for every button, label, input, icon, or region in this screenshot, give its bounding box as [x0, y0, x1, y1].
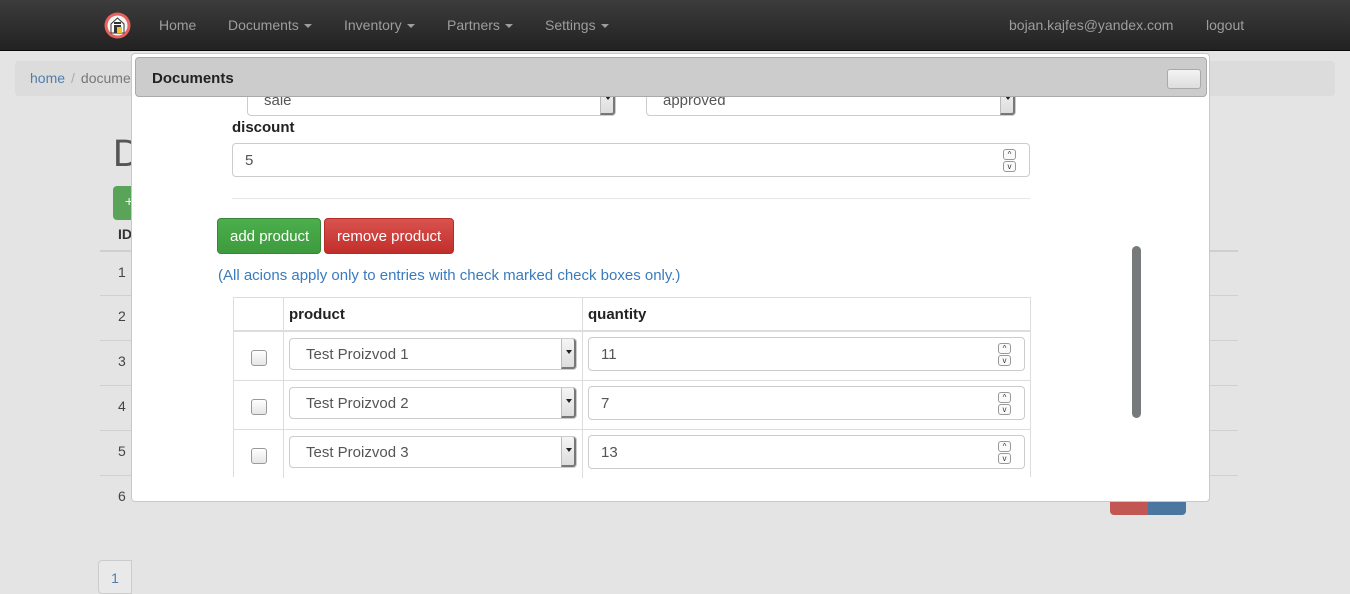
- row-id: 4: [118, 398, 126, 414]
- discount-spinner[interactable]: ^ v: [1003, 149, 1017, 173]
- product-select[interactable]: Test Proizvod 2: [289, 387, 577, 419]
- nav-inventory-dropdown[interactable]: Inventory: [344, 17, 415, 33]
- nav-documents-label: Documents: [228, 17, 299, 33]
- products-table: product quantity Test Proizvod 1 11 ^ v: [233, 297, 1031, 478]
- documents-modal: Documents sale approved discount 5 ^ v a…: [131, 53, 1210, 502]
- nav-partners-label: Partners: [447, 17, 500, 33]
- spin-down-icon[interactable]: v: [998, 355, 1011, 366]
- quantity-spinner[interactable]: ^ v: [998, 392, 1012, 416]
- user-email-link[interactable]: bojan.kajfes@yandex.com: [1009, 17, 1173, 33]
- product-column-header: product: [289, 306, 345, 323]
- quantity-value: 11: [601, 346, 617, 363]
- caret-down-icon: [406, 24, 415, 29]
- row-checkbox[interactable]: [251, 399, 267, 415]
- modal-header[interactable]: Documents: [135, 57, 1207, 97]
- nav-settings-label: Settings: [545, 17, 596, 33]
- dropdown-arrow-icon: [561, 388, 576, 418]
- pagination-page-1[interactable]: 1: [98, 560, 132, 594]
- quantity-column-header: quantity: [588, 306, 647, 323]
- quantity-spinner[interactable]: ^ v: [998, 441, 1012, 465]
- dropdown-arrow-icon: [561, 339, 576, 369]
- spin-up-icon[interactable]: ^: [998, 343, 1011, 354]
- spin-down-icon[interactable]: v: [1003, 161, 1016, 172]
- quantity-spinner[interactable]: ^ v: [998, 343, 1012, 367]
- nav-home[interactable]: Home: [159, 17, 196, 33]
- row-id: 5: [118, 443, 126, 459]
- modal-title: Documents: [152, 70, 234, 87]
- row-checkbox[interactable]: [251, 350, 267, 366]
- warehouse-logo-icon[interactable]: [104, 12, 131, 39]
- caret-down-icon: [600, 24, 609, 29]
- dropdown-arrow-icon: [561, 437, 576, 467]
- spin-down-icon[interactable]: v: [998, 404, 1011, 415]
- product-value: Test Proizvod 2: [306, 395, 409, 412]
- quantity-input[interactable]: 11 ^ v: [588, 337, 1025, 371]
- remove-product-button[interactable]: remove product: [324, 218, 454, 254]
- row-checkbox[interactable]: [251, 448, 267, 464]
- quantity-input[interactable]: 7 ^ v: [588, 386, 1025, 420]
- logout-link[interactable]: logout: [1206, 17, 1244, 33]
- breadcrumb-current: docume: [80, 70, 131, 86]
- breadcrumb-separator: /: [71, 70, 75, 86]
- top-navbar: Home Documents Inventory Partners Settin…: [0, 0, 1350, 51]
- divider: [232, 198, 1030, 199]
- discount-input[interactable]: 5 ^ v: [232, 143, 1030, 177]
- quantity-value: 7: [601, 395, 610, 412]
- quantity-input[interactable]: 13 ^ v: [588, 435, 1025, 469]
- spin-up-icon[interactable]: ^: [1003, 149, 1016, 160]
- caret-down-icon: [303, 24, 312, 29]
- product-value: Test Proizvod 3: [306, 444, 409, 461]
- row-id: 3: [118, 353, 126, 369]
- nav-inventory-label: Inventory: [344, 17, 402, 33]
- product-select[interactable]: Test Proizvod 3: [289, 436, 577, 468]
- row-id: 6: [118, 488, 126, 504]
- quantity-value: 13: [601, 444, 618, 461]
- id-column-header: ID: [118, 226, 132, 242]
- nav-partners-dropdown[interactable]: Partners: [447, 17, 513, 33]
- discount-value: 5: [245, 152, 254, 169]
- nav-documents-dropdown[interactable]: Documents: [228, 17, 312, 33]
- actions-hint-text: (All acions apply only to entries with c…: [218, 267, 681, 284]
- discount-label: discount: [232, 119, 295, 136]
- add-product-button[interactable]: add product: [217, 218, 321, 254]
- spin-up-icon[interactable]: ^: [998, 441, 1011, 452]
- close-button[interactable]: [1167, 69, 1201, 89]
- product-select[interactable]: Test Proizvod 1: [289, 338, 577, 370]
- product-value: Test Proizvod 1: [306, 346, 409, 363]
- row-id: 1: [118, 264, 126, 280]
- row-id: 2: [118, 308, 126, 324]
- spin-down-icon[interactable]: v: [998, 453, 1011, 464]
- caret-down-icon: [504, 24, 513, 29]
- spin-up-icon[interactable]: ^: [998, 392, 1011, 403]
- modal-scrollbar-thumb[interactable]: [1132, 246, 1141, 418]
- breadcrumb-home-link[interactable]: home: [30, 70, 65, 86]
- nav-settings-dropdown[interactable]: Settings: [545, 17, 609, 33]
